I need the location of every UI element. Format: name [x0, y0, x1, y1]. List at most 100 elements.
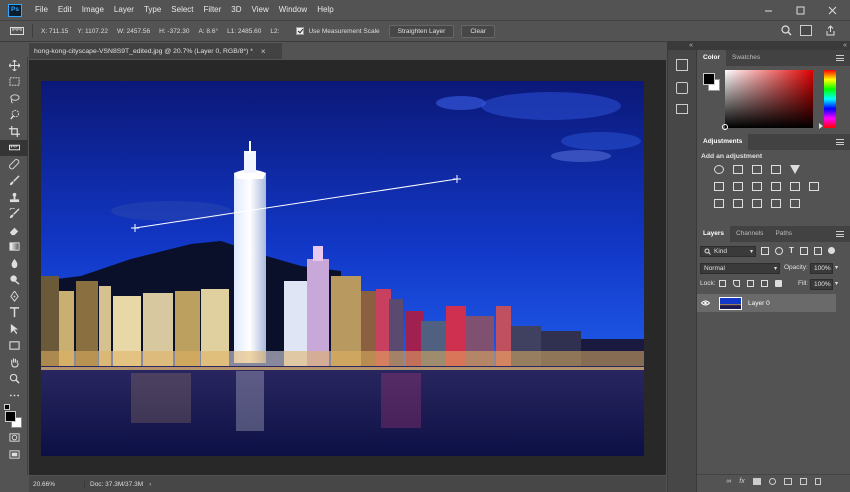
channel-mixer-icon[interactable]: [790, 182, 800, 191]
tab-layers[interactable]: Layers: [697, 226, 730, 242]
color-lookup-icon[interactable]: [809, 182, 819, 191]
hue-slider[interactable]: [824, 70, 836, 128]
maximize-button[interactable]: [789, 0, 811, 20]
black-white-icon[interactable]: [752, 182, 762, 191]
quick-mask-button[interactable]: [0, 430, 28, 447]
share-button[interactable]: [825, 25, 836, 38]
gradient-tool[interactable]: [0, 239, 28, 256]
shape-filter-icon[interactable]: [799, 247, 808, 255]
exposure-icon[interactable]: [771, 165, 781, 174]
menu-file[interactable]: File: [30, 0, 53, 20]
lock-artboard-icon[interactable]: [761, 280, 768, 287]
layer-name[interactable]: Layer 0: [748, 300, 770, 307]
edit-toolbar-button[interactable]: [0, 387, 28, 404]
smart-object-filter-icon[interactable]: [813, 247, 822, 255]
foreground-color-swatch[interactable]: [5, 410, 16, 422]
fx-icon[interactable]: fx: [739, 478, 744, 485]
menu-select[interactable]: Select: [166, 0, 198, 20]
lock-all-icon[interactable]: [775, 280, 782, 287]
lasso-tool[interactable]: [0, 90, 28, 107]
menu-layer[interactable]: Layer: [109, 0, 139, 20]
close-button[interactable]: [821, 0, 843, 20]
crop-tool[interactable]: [0, 123, 28, 140]
eraser-tool[interactable]: [0, 222, 28, 239]
adjustment-filter-icon[interactable]: [775, 247, 783, 255]
workspace-button[interactable]: [800, 25, 812, 36]
panel-menu-icon[interactable]: [836, 55, 844, 61]
search-button[interactable]: [781, 25, 792, 38]
color-picker-marker[interactable]: [722, 124, 728, 130]
blur-tool[interactable]: [0, 255, 28, 272]
lock-transparency-icon[interactable]: [719, 280, 726, 287]
status-menu-arrow-icon[interactable]: ›: [149, 481, 151, 488]
layer-filter-select[interactable]: Kind ▾: [700, 246, 756, 257]
marquee-tool[interactable]: [0, 74, 28, 91]
color-swatches[interactable]: [0, 403, 27, 430]
delete-layer-icon[interactable]: [814, 478, 821, 485]
libraries-panel-icon[interactable]: [676, 104, 688, 114]
menu-image[interactable]: Image: [77, 0, 109, 20]
color-field[interactable]: [725, 70, 813, 128]
pixel-filter-icon[interactable]: [761, 247, 769, 255]
color-foreground-swatch[interactable]: [703, 73, 715, 85]
ruler-tool-preset[interactable]: [6, 24, 28, 38]
menu-help[interactable]: Help: [312, 0, 338, 20]
color-balance-icon[interactable]: [733, 182, 743, 191]
gradient-map-icon[interactable]: [790, 199, 800, 208]
menu-view[interactable]: View: [247, 0, 274, 20]
eye-icon[interactable]: [701, 300, 710, 306]
ruler-tool[interactable]: [0, 139, 28, 156]
collapse-panels-icon[interactable]: «: [697, 42, 850, 50]
add-mask-icon[interactable]: [752, 478, 761, 485]
properties-panel-icon[interactable]: [676, 82, 688, 94]
document-tab[interactable]: hong-kong-cityscape-VSN8S9T_edited.jpg @…: [29, 42, 282, 59]
dodge-tool[interactable]: [0, 272, 28, 289]
menu-type[interactable]: Type: [139, 0, 166, 20]
tab-swatches[interactable]: Swatches: [726, 50, 766, 66]
document-canvas-image[interactable]: [41, 81, 644, 456]
history-brush-tool[interactable]: [0, 206, 28, 223]
hand-tool[interactable]: [0, 354, 28, 371]
move-tool[interactable]: [0, 57, 28, 74]
hue-saturation-icon[interactable]: [714, 182, 724, 191]
collapse-dock-icon[interactable]: «: [668, 42, 696, 50]
layer-row[interactable]: Layer 0: [697, 294, 836, 312]
clone-stamp-tool[interactable]: [0, 189, 28, 206]
lock-position-icon[interactable]: [747, 280, 754, 287]
filter-toggle-icon[interactable]: [827, 247, 835, 254]
history-panel-icon[interactable]: [676, 59, 688, 71]
fill-input[interactable]: 100%: [810, 279, 833, 290]
use-measurement-scale-checkbox[interactable]: Use Measurement Scale: [296, 27, 380, 35]
minimize-button[interactable]: [757, 0, 779, 20]
hue-marker[interactable]: [819, 123, 823, 129]
fill-dropdown-icon[interactable]: ▾: [835, 280, 838, 287]
menu-filter[interactable]: Filter: [199, 0, 227, 20]
clear-button[interactable]: Clear: [461, 24, 495, 38]
zoom-tool[interactable]: [0, 371, 28, 388]
blend-mode-select[interactable]: Normal ▾: [700, 263, 780, 274]
tab-channels[interactable]: Channels: [730, 226, 769, 242]
path-selection-tool[interactable]: [0, 321, 28, 338]
tab-paths[interactable]: Paths: [769, 226, 798, 242]
new-layer-icon[interactable]: [799, 478, 807, 485]
close-tab-icon[interactable]: ×: [261, 47, 266, 56]
photo-filter-icon[interactable]: [771, 182, 781, 191]
vibrance-icon[interactable]: [790, 165, 800, 174]
opacity-dropdown-icon[interactable]: ▾: [835, 264, 838, 271]
panel-menu-icon[interactable]: [836, 139, 844, 145]
brightness-contrast-icon[interactable]: [714, 165, 724, 174]
brush-tool[interactable]: [0, 173, 28, 190]
straighten-layer-button[interactable]: Straighten Layer: [388, 24, 455, 38]
new-group-icon[interactable]: [783, 478, 792, 485]
type-tool[interactable]: [0, 305, 28, 322]
panel-menu-icon[interactable]: [836, 231, 844, 237]
invert-icon[interactable]: [714, 199, 724, 208]
tab-adjustments[interactable]: Adjustments: [697, 134, 749, 150]
levels-icon[interactable]: [733, 165, 743, 174]
threshold-icon[interactable]: [752, 199, 762, 208]
pen-tool[interactable]: [0, 288, 28, 305]
menu-3d[interactable]: 3D: [226, 0, 246, 20]
menu-edit[interactable]: Edit: [53, 0, 77, 20]
screen-mode-button[interactable]: [0, 446, 28, 463]
type-filter-icon[interactable]: T: [789, 247, 794, 255]
